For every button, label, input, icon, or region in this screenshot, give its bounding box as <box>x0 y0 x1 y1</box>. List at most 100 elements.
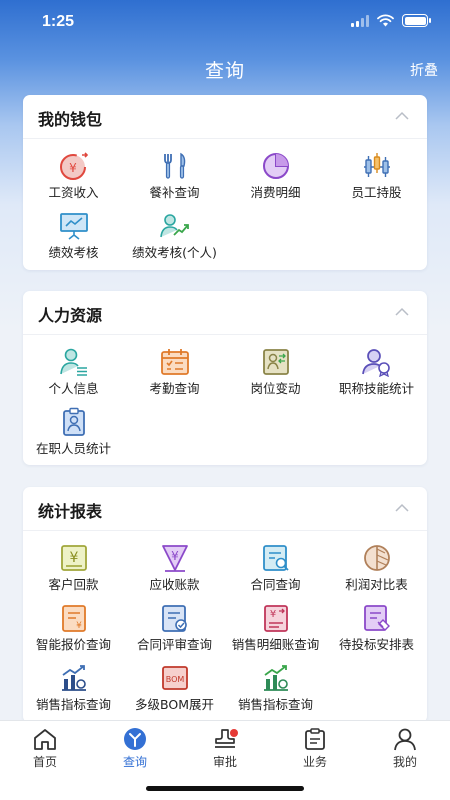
clipboard-icon <box>305 728 325 750</box>
home-indicator <box>146 786 304 791</box>
tab-label: 业务 <box>302 755 327 769</box>
report-item-quote[interactable]: ¥ 智能报价查询 <box>23 599 124 659</box>
wallet-item-salary[interactable]: ¥ 工资收入 <box>23 147 124 207</box>
query-icon <box>124 728 146 750</box>
pie-icon <box>262 153 289 179</box>
wallet-item-label: 工资收入 <box>48 185 99 200</box>
reports-card-title: 统计报表 <box>38 502 103 521</box>
wallet-item-performance[interactable]: 绩效考核 <box>23 207 124 267</box>
report-item-label: 销售指标查询 <box>237 697 313 712</box>
report-item-label: 待投标安排表 <box>338 637 414 652</box>
cellular-signal-icon <box>351 14 369 27</box>
tab-label: 审批 <box>212 755 237 769</box>
reports-card-header[interactable]: 统计报表 <box>23 487 427 531</box>
report-item-label: 合同评审查询 <box>136 637 212 652</box>
yuan-doc-icon: ¥ <box>60 545 87 571</box>
status-bar: 1:25 <box>0 0 450 44</box>
person-trend-icon <box>159 214 189 238</box>
status-icons <box>351 14 431 27</box>
hr-item-label: 在职人员统计 <box>35 441 111 456</box>
report-item-sales-index[interactable]: 销售指标查询 <box>23 659 124 719</box>
svg-text:BOM: BOM <box>165 675 184 684</box>
report-item-label: 销售指标查询 <box>35 697 111 712</box>
tab-label: 我的 <box>392 755 417 769</box>
staff-badge-icon <box>62 407 85 436</box>
svg-text:¥: ¥ <box>69 550 78 566</box>
wifi-icon <box>377 14 394 27</box>
report-item-contract-review[interactable]: 合同评审查询 <box>124 599 225 659</box>
cutlery-icon <box>163 152 185 179</box>
wallet-item-label: 餐补查询 <box>149 185 200 200</box>
wallet-card-header[interactable]: 我的钱包 <box>23 95 427 139</box>
chevron-up-icon[interactable] <box>395 305 409 319</box>
hr-card-title: 人力资源 <box>38 306 103 325</box>
yuan-download-icon: ¥ <box>161 545 188 572</box>
contract-search-icon <box>262 545 289 571</box>
quote-doc-icon: ¥ <box>61 605 86 632</box>
salary-icon: ¥ <box>59 152 88 180</box>
wallet-card-title: 我的钱包 <box>38 110 103 129</box>
wallet-item-label: 消费明细 <box>250 185 301 200</box>
stock-candles-icon <box>363 153 390 177</box>
svg-text:¥: ¥ <box>269 609 275 620</box>
tab-label: 查询 <box>122 755 147 769</box>
wallet-item-label: 绩效考核 <box>48 245 99 260</box>
hr-card: 人力资源 个人信息 考勤查询 岗位变动 职称技能统计 在职人员统计 <box>23 291 427 465</box>
person-info-icon <box>59 348 87 376</box>
battery-icon <box>402 14 431 27</box>
tab-home[interactable]: 首页 <box>10 727 80 770</box>
report-item-profit-compare[interactable]: 利润对比表 <box>326 539 427 599</box>
fold-button[interactable]: 折叠 <box>410 60 438 80</box>
presentation-icon <box>59 213 88 240</box>
report-item-receivable[interactable]: ¥ 应收账款 <box>124 539 225 599</box>
tab-business[interactable]: 业务 <box>280 727 350 770</box>
chevron-up-icon[interactable] <box>395 109 409 123</box>
report-item-label: 客户回款 <box>48 577 99 592</box>
report-item-contract-query[interactable]: 合同查询 <box>225 539 326 599</box>
chevron-up-icon[interactable] <box>395 501 409 515</box>
svg-text:¥: ¥ <box>171 549 179 563</box>
report-item-label: 销售明细账查询 <box>231 637 320 652</box>
tab-query[interactable]: 查询 <box>100 727 170 770</box>
hr-card-header[interactable]: 人力资源 <box>23 291 427 335</box>
status-time: 1:25 <box>42 13 75 30</box>
report-item-bid-schedule[interactable]: 待投标安排表 <box>326 599 427 659</box>
hr-item-title-skill[interactable]: 职称技能统计 <box>326 343 427 403</box>
position-change-icon <box>262 349 289 375</box>
hr-item-attendance[interactable]: 考勤查询 <box>124 343 225 403</box>
report-item-label: 应收账款 <box>149 577 200 592</box>
notification-badge <box>230 729 238 737</box>
profile-icon <box>394 728 416 751</box>
sales-index-icon <box>61 665 86 691</box>
wallet-item-meal[interactable]: 餐补查询 <box>124 147 225 207</box>
wallet-card: 我的钱包 ¥ 工资收入 餐补查询 消费明细 员工持股 绩效考核 绩效考核(个人) <box>23 95 427 270</box>
hr-item-position-change[interactable]: 岗位变动 <box>225 343 326 403</box>
reports-card: 统计报表 ¥ 客户回款 ¥ 应收账款 合同查询 利润对比表 ¥ 智能报价查询 合… <box>23 487 427 723</box>
report-item-label: 合同查询 <box>250 577 301 592</box>
report-item-label: 多级BOM展开 <box>135 697 214 712</box>
wallet-item-consume[interactable]: 消费明细 <box>225 147 326 207</box>
profit-compare-icon <box>363 545 390 571</box>
hr-item-staff-stat[interactable]: 在职人员统计 <box>23 403 124 463</box>
hr-item-label: 个人信息 <box>48 381 99 396</box>
wallet-item-label: 绩效考核(个人) <box>132 245 217 260</box>
report-item-customer-payment[interactable]: ¥ 客户回款 <box>23 539 124 599</box>
hr-item-personal-info[interactable]: 个人信息 <box>23 343 124 403</box>
wallet-item-performance-personal[interactable]: 绩效考核(个人) <box>124 207 225 267</box>
wallet-item-label: 员工持股 <box>351 185 402 200</box>
tab-approve[interactable]: 审批 <box>190 727 260 770</box>
report-item-bom[interactable]: BOM 多级BOM展开 <box>124 659 225 719</box>
bid-schedule-icon <box>363 605 390 631</box>
report-item-label: 利润对比表 <box>345 577 408 592</box>
hr-item-label: 职称技能统计 <box>338 381 414 396</box>
report-item-sales-detail[interactable]: ¥ 销售明细账查询 <box>225 599 326 659</box>
tab-label: 首页 <box>32 755 57 769</box>
svg-text:¥: ¥ <box>69 161 77 175</box>
bom-icon: BOM <box>161 666 188 690</box>
wallet-item-stock[interactable]: 员工持股 <box>326 147 427 207</box>
calendar-icon <box>160 349 189 375</box>
report-item-sales-index-2[interactable]: 销售指标查询 <box>225 659 326 719</box>
contract-review-icon <box>161 605 187 632</box>
page-title: 查询 <box>204 60 245 82</box>
tab-profile[interactable]: 我的 <box>370 727 440 770</box>
